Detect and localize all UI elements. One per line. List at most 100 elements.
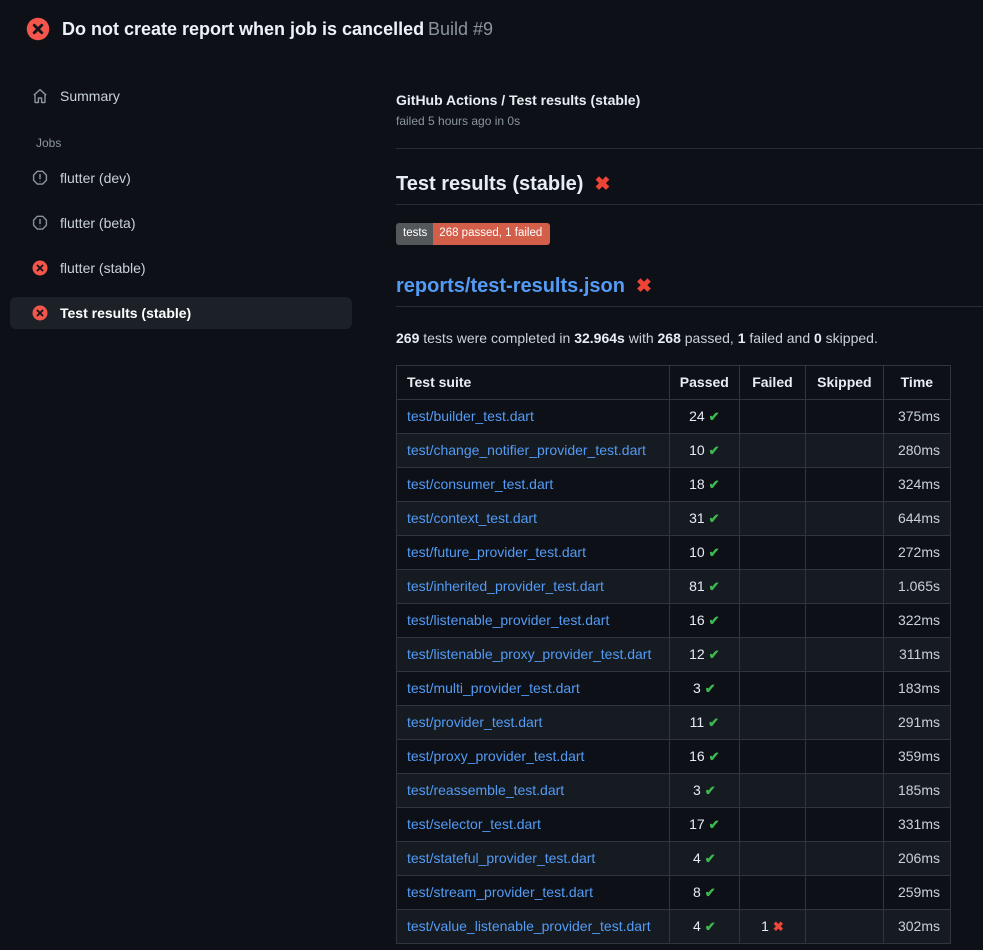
build-number: Build #9 xyxy=(428,19,493,39)
passed-count: 17 xyxy=(689,816,705,832)
time-cell: 324ms xyxy=(883,467,950,501)
suite-link[interactable]: test/future_provider_test.dart xyxy=(407,544,586,560)
skipped-cell xyxy=(806,739,884,773)
sidebar-item-label: flutter (dev) xyxy=(60,170,131,186)
test-results-table: Test suite Passed Failed Skipped Time te… xyxy=(396,365,951,944)
column-header-time: Time xyxy=(883,365,950,399)
table-row: test/multi_provider_test.dart 3✔ 183ms xyxy=(397,671,951,705)
suite-link[interactable]: test/inherited_provider_test.dart xyxy=(407,578,604,594)
skipped-cell xyxy=(806,501,884,535)
suite-link[interactable]: test/stream_provider_test.dart xyxy=(407,884,593,900)
suite-link[interactable]: test/consumer_test.dart xyxy=(407,476,553,492)
skipped-cell xyxy=(806,773,884,807)
passed-count: 12 xyxy=(689,646,705,662)
jobs-list: flutter (dev) flutter (beta) flutter (st… xyxy=(10,162,352,329)
failed-cell xyxy=(739,535,805,569)
column-header-skipped: Skipped xyxy=(806,365,884,399)
column-header-passed: Passed xyxy=(669,365,739,399)
suite-link[interactable]: test/stateful_provider_test.dart xyxy=(407,850,595,866)
failed-cell: 1✖ xyxy=(739,909,805,943)
table-row: test/stateful_provider_test.dart 4✔ 206m… xyxy=(397,841,951,875)
passed-cell: 81 ✔ xyxy=(669,569,739,603)
sidebar-item-flutter-beta[interactable]: flutter (beta) xyxy=(10,207,352,239)
sidebar: Summary Jobs flutter (dev) flutter (beta… xyxy=(0,80,352,944)
check-icon: ✔ xyxy=(705,783,716,798)
passed-count: 4 xyxy=(693,918,701,934)
passed-cell: 16✔ xyxy=(669,739,739,773)
failed-cell xyxy=(739,739,805,773)
suite-link[interactable]: test/value_listenable_provider_test.dart xyxy=(407,918,651,934)
sidebar-item-label: flutter (beta) xyxy=(60,215,135,231)
time-cell: 291ms xyxy=(883,705,950,739)
time-cell: 280ms xyxy=(883,433,950,467)
table-row: test/provider_test.dart 11✔ 291ms xyxy=(397,705,951,739)
sidebar-item-test-results-stable[interactable]: Test results (stable) xyxy=(10,297,352,329)
test-table-body: test/builder_test.dart 24✔ 375ms test/ch… xyxy=(397,399,951,943)
table-row: test/value_listenable_provider_test.dart… xyxy=(397,909,951,943)
check-icon: ✔ xyxy=(709,511,720,526)
run-status-text: failed 5 hours ago in 0s xyxy=(396,114,983,128)
table-row: test/consumer_test.dart 18 ✔ 324ms xyxy=(397,467,951,501)
sidebar-item-summary[interactable]: Summary xyxy=(10,80,352,112)
failed-count: 1 xyxy=(761,918,769,934)
summary-text: failed and xyxy=(746,330,815,346)
suite-link[interactable]: test/multi_provider_test.dart xyxy=(407,680,580,696)
passed-cell: 3✔ xyxy=(669,671,739,705)
check-icon: ✔ xyxy=(709,409,720,424)
summary-text: passed, xyxy=(681,330,738,346)
skipped-count: 0 xyxy=(814,330,822,346)
sidebar-item-label: flutter (stable) xyxy=(60,260,146,276)
sidebar-item-flutter-dev[interactable]: flutter (dev) xyxy=(10,162,352,194)
failed-cell xyxy=(739,671,805,705)
skipped-cell xyxy=(806,603,884,637)
table-row: test/builder_test.dart 24✔ 375ms xyxy=(397,399,951,433)
passed-count: 81 xyxy=(689,578,705,594)
sidebar-item-label: Test results (stable) xyxy=(60,305,191,321)
summary-text: with xyxy=(625,330,658,346)
passed-count: 31 xyxy=(689,510,705,526)
suite-link[interactable]: test/proxy_provider_test.dart xyxy=(407,748,584,764)
check-icon: ✔ xyxy=(709,545,720,560)
check-run-header: Do not create report when job is cancell… xyxy=(0,0,983,56)
suite-link[interactable]: test/change_notifier_provider_test.dart xyxy=(407,442,646,458)
page-title: Do not create report when job is cancell… xyxy=(62,19,493,40)
sidebar-item-flutter-stable[interactable]: flutter (stable) xyxy=(10,252,352,284)
breadcrumb: GitHub Actions / Test results (stable) xyxy=(396,92,983,108)
check-icon: ✔ xyxy=(709,579,720,594)
passed-cell: 24✔ xyxy=(669,399,739,433)
passed-cell: 4✔ xyxy=(669,909,739,943)
suite-link[interactable]: test/reassemble_test.dart xyxy=(407,782,564,798)
section-title-text: Test results (stable) xyxy=(396,173,583,196)
failed-cell xyxy=(739,773,805,807)
passed-cell: 18 ✔ xyxy=(669,467,739,501)
suite-link[interactable]: test/context_test.dart xyxy=(407,510,537,526)
passed-cell: 16✔ xyxy=(669,603,739,637)
time-cell: 322ms xyxy=(883,603,950,637)
suite-link[interactable]: test/listenable_provider_test.dart xyxy=(407,612,609,628)
table-row: test/proxy_provider_test.dart 16✔ 359ms xyxy=(397,739,951,773)
passed-count: 11 xyxy=(690,714,705,730)
skipped-cell xyxy=(806,467,884,501)
skipped-cell xyxy=(806,399,884,433)
passed-count: 18 xyxy=(689,476,705,492)
time-cell: 259ms xyxy=(883,875,950,909)
failed-cell xyxy=(739,433,805,467)
passed-cell: 12✔ xyxy=(669,637,739,671)
skipped-cell xyxy=(806,671,884,705)
failed-status-icon xyxy=(26,17,50,41)
table-header-row: Test suite Passed Failed Skipped Time xyxy=(397,365,951,399)
sidebar-item-label: Summary xyxy=(60,88,120,104)
check-icon: ✔ xyxy=(709,613,720,628)
report-title: reports/test-results.json ✖ xyxy=(396,275,983,307)
time-cell: 185ms xyxy=(883,773,950,807)
failed-cell xyxy=(739,841,805,875)
check-icon: ✔ xyxy=(709,477,720,492)
suite-link[interactable]: test/builder_test.dart xyxy=(407,408,534,424)
suite-link[interactable]: test/provider_test.dart xyxy=(407,714,542,730)
suite-link[interactable]: test/selector_test.dart xyxy=(407,816,541,832)
report-file-link[interactable]: reports/test-results.json xyxy=(396,275,625,298)
divider xyxy=(396,148,983,149)
time-cell: 1.065s xyxy=(883,569,950,603)
suite-link[interactable]: test/listenable_proxy_provider_test.dart xyxy=(407,646,651,662)
cancelled-icon xyxy=(32,170,48,186)
